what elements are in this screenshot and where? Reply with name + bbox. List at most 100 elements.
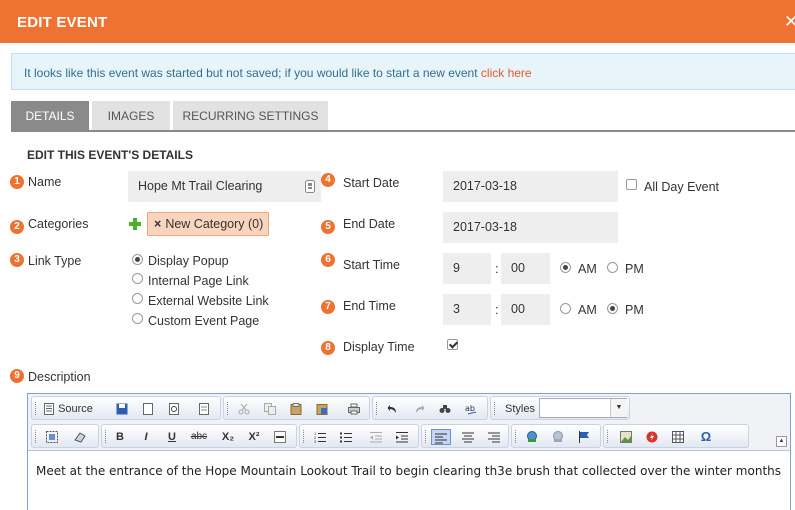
end-pm-label: PM [625,303,644,317]
toolbar-grip [35,402,38,415]
editor-content[interactable]: Meet at the entrance of the Hope Mountai… [36,464,781,478]
categories-label: Categories [28,217,89,231]
all-day-event-label: All Day Event [644,180,720,194]
step-badge-3: 3 [10,253,24,267]
step-badge-9: 9 [10,369,24,383]
field-menu-icon[interactable] [305,180,315,193]
editor-toolbar: Source ab Styles ▼ B I U abc X₂ X² 1 2 3… [28,394,790,451]
save-icon[interactable] [114,401,130,417]
start-am-radio[interactable] [560,262,571,273]
step-badge-2: 2 [10,220,24,234]
close-icon[interactable]: ✕ [784,12,795,32]
link-type-option-label: External Website Link [148,294,269,308]
image-icon[interactable] [618,429,634,445]
preview-icon[interactable] [166,401,182,417]
horizontal-rule-icon[interactable] [272,429,288,445]
end-pm-radio[interactable] [607,303,618,314]
numbered-list-icon[interactable]: 123 [312,429,328,445]
select-all-icon[interactable] [44,429,60,445]
description-label: Description [28,370,91,384]
toolbar-grip [376,402,379,415]
link-type-option-label: Custom Event Page [148,314,260,328]
start-minute-input[interactable]: 00 [501,253,550,284]
link-type-radio-custom-page[interactable] [132,313,143,324]
redo-icon[interactable] [411,401,427,417]
indent-icon[interactable] [394,429,410,445]
end-am-radio[interactable] [560,303,571,314]
start-time-label: Start Time [343,258,400,272]
underline-button[interactable]: U [164,429,180,445]
toolbar-group-clipboard [223,396,370,420]
toolbar-grip [227,402,230,415]
subscript-button[interactable]: X₂ [218,429,238,445]
cut-icon[interactable] [236,401,252,417]
end-minute-input[interactable]: 00 [501,294,550,325]
step-badge-5: 5 [321,220,335,234]
remove-format-icon[interactable] [72,429,88,445]
link-type-radio-display-popup[interactable] [132,254,143,265]
print-icon[interactable] [346,401,362,417]
dialog-header: EDIT EVENT ✕ [0,0,795,43]
start-date-input[interactable]: 2017-03-18 [443,171,618,202]
start-hour-input[interactable]: 9 [443,253,491,284]
link-type-option-label: Internal Page Link [148,274,249,288]
special-char-icon[interactable]: Ω [698,429,714,445]
bulleted-list-icon[interactable] [338,429,354,445]
link-type-radio-external-website[interactable] [132,293,143,304]
end-hour-input[interactable]: 3 [443,294,491,325]
italic-button[interactable]: I [138,429,154,445]
end-date-input[interactable]: 2017-03-18 [443,212,618,243]
link-icon[interactable] [524,429,540,445]
start-new-event-link[interactable]: click here [481,66,532,80]
svg-text:3: 3 [314,439,317,443]
unlink-icon[interactable] [550,429,566,445]
flash-icon[interactable] [644,429,660,445]
styles-label: Styles [505,403,535,415]
remove-tag-icon[interactable]: × [154,217,161,231]
toolbar-grip [515,430,518,443]
all-day-event-checkbox[interactable] [626,179,637,190]
add-category-icon[interactable] [128,217,142,231]
end-date-label: End Date [343,217,396,231]
toolbar-group-edit: ab [372,396,488,420]
toolbar-group-insert: Ω [603,424,749,448]
paste-word-icon[interactable] [314,401,330,417]
align-right-icon[interactable] [486,429,502,445]
tab-recurring-settings[interactable]: RECURRING SETTINGS [173,101,328,131]
start-pm-radio[interactable] [607,262,618,273]
chevron-down-icon[interactable]: ▼ [610,399,627,417]
source-icon [44,403,54,416]
end-time-label: End Time [343,299,396,313]
tab-details[interactable]: DETAILS [11,101,89,131]
display-time-checkbox[interactable] [447,339,458,350]
tab-divider [11,130,795,132]
link-type-radio-internal-page[interactable] [132,273,143,284]
category-tag[interactable]: × New Category (0) [147,212,269,236]
outdent-icon[interactable] [368,429,384,445]
step-badge-1: 1 [10,175,24,189]
name-input[interactable]: Hope Mt Trail Clearing [128,171,321,202]
align-center-icon[interactable] [460,429,476,445]
alert-message: It looks like this event was started but… [24,66,532,80]
anchor-flag-icon[interactable] [576,429,592,445]
svg-text:ab: ab [465,404,475,413]
replace-icon[interactable]: ab [463,401,479,417]
source-button[interactable]: Source [43,401,99,417]
paste-icon[interactable] [288,401,304,417]
templates-icon[interactable] [196,401,212,417]
undo-icon[interactable] [385,401,401,417]
step-badge-8: 8 [321,341,335,355]
strikethrough-button[interactable]: abc [188,429,210,445]
find-icon[interactable] [437,401,453,417]
start-pm-label: PM [625,262,644,276]
copy-icon[interactable] [262,401,278,417]
bold-button[interactable]: B [112,429,128,445]
collapse-toolbar-icon[interactable]: ▲ [776,436,787,447]
start-date-label: Start Date [343,176,400,190]
step-badge-7: 7 [321,300,335,314]
table-icon[interactable] [670,429,686,445]
superscript-button[interactable]: X² [244,429,264,445]
align-left-icon[interactable] [431,429,451,445]
tab-images[interactable]: IMAGES [92,101,170,131]
new-page-icon[interactable] [140,401,156,417]
